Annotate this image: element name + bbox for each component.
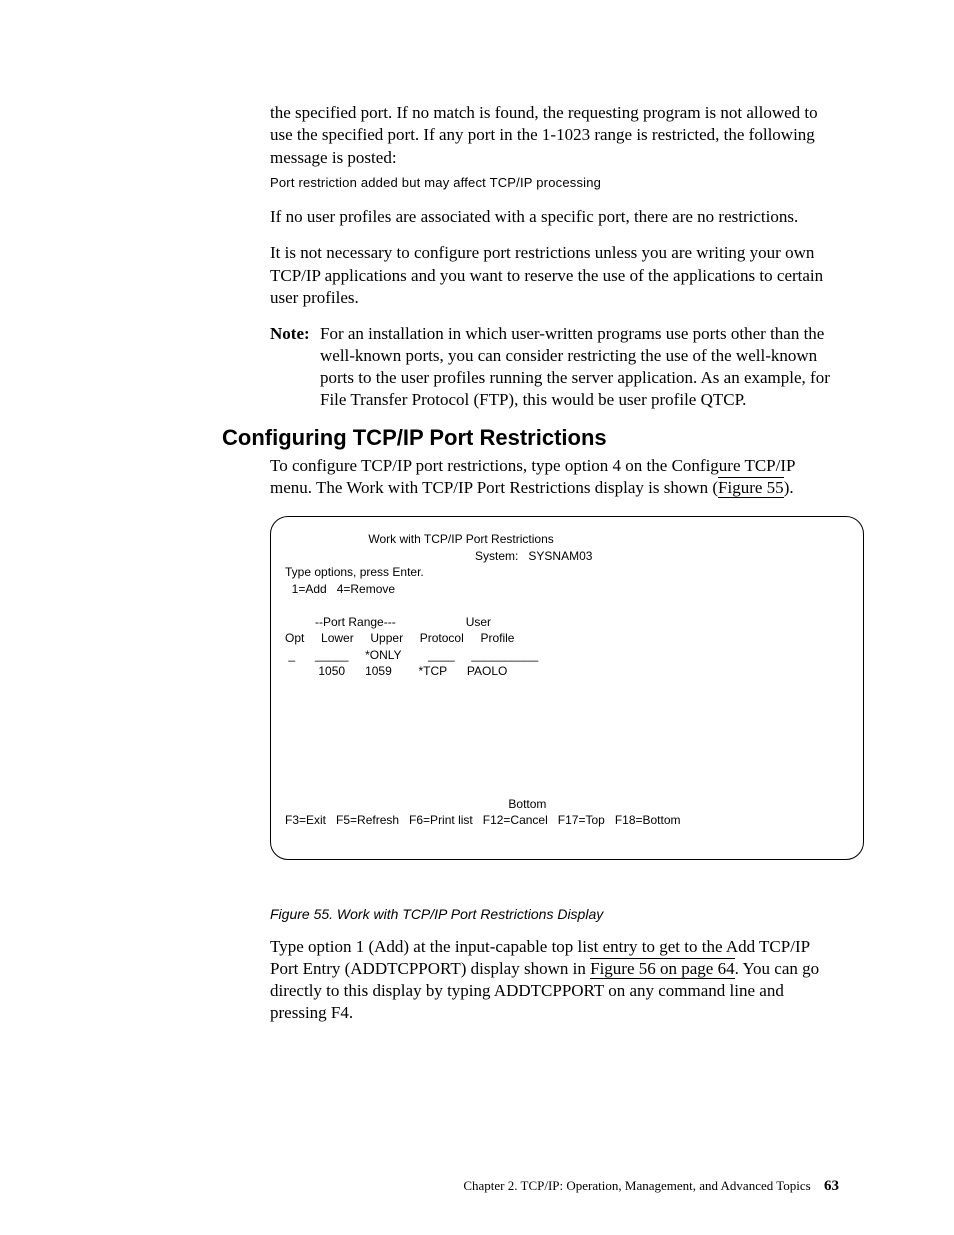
terminal-bottom: Bottom [285, 797, 546, 811]
page-number: 63 [824, 1178, 839, 1194]
terminal-system: System: SYSNAM03 [285, 549, 592, 563]
intro-block: the specified port. If no match is found… [270, 102, 835, 429]
terminal-options: 1=Add 4=Remove [285, 582, 395, 596]
section-intro: To configure TCP/IP port restrictions, t… [270, 455, 825, 499]
section-heading: Configuring TCP/IP Port Restrictions [222, 425, 607, 451]
terminal-title: Work with TCP/IP Port Restrictions [285, 532, 554, 546]
page-footer: Chapter 2. TCP/IP: Operation, Management… [463, 1178, 839, 1195]
code-message: Port restriction added but may affect TC… [270, 175, 835, 190]
intro-paragraph-1: the specified port. If no match is found… [270, 102, 835, 169]
terminal-row-1: 1050 1059 *TCP PAOLO [285, 664, 507, 678]
intro-paragraph-2: If no user profiles are associated with … [270, 206, 835, 228]
intro-paragraph-3: It is not necessary to configure port re… [270, 242, 835, 308]
figure-56-link[interactable]: Figure 56 on page 64 [590, 958, 734, 979]
section-text-before: To configure TCP/IP port restrictions, t… [270, 456, 795, 497]
terminal-row-blank: _ _____ *ONLY ____ __________ [285, 648, 538, 662]
note-text: For an installation in which user-writte… [320, 323, 835, 411]
section-text-after: ). [784, 478, 794, 497]
terminal-instructions: Type options, press Enter. [285, 565, 424, 579]
figure-55-link[interactable]: Figure 55 [718, 477, 784, 498]
terminal-header-2: Opt Lower Upper Protocol Profile [285, 631, 514, 645]
note-label: Note: [270, 323, 320, 345]
terminal-fkeys: F3=Exit F5=Refresh F6=Print list F12=Can… [285, 813, 681, 827]
terminal-header-1: --Port Range--- User [285, 615, 491, 629]
post-figure-paragraph: Type option 1 (Add) at the input-capable… [270, 936, 828, 1024]
figure-caption: Figure 55. Work with TCP/IP Port Restric… [270, 906, 603, 922]
terminal-screen: Work with TCP/IP Port Restrictions Syste… [270, 516, 864, 860]
chapter-label: Chapter 2. TCP/IP: Operation, Management… [463, 1178, 810, 1193]
note-block: Note: For an installation in which user-… [270, 323, 835, 411]
